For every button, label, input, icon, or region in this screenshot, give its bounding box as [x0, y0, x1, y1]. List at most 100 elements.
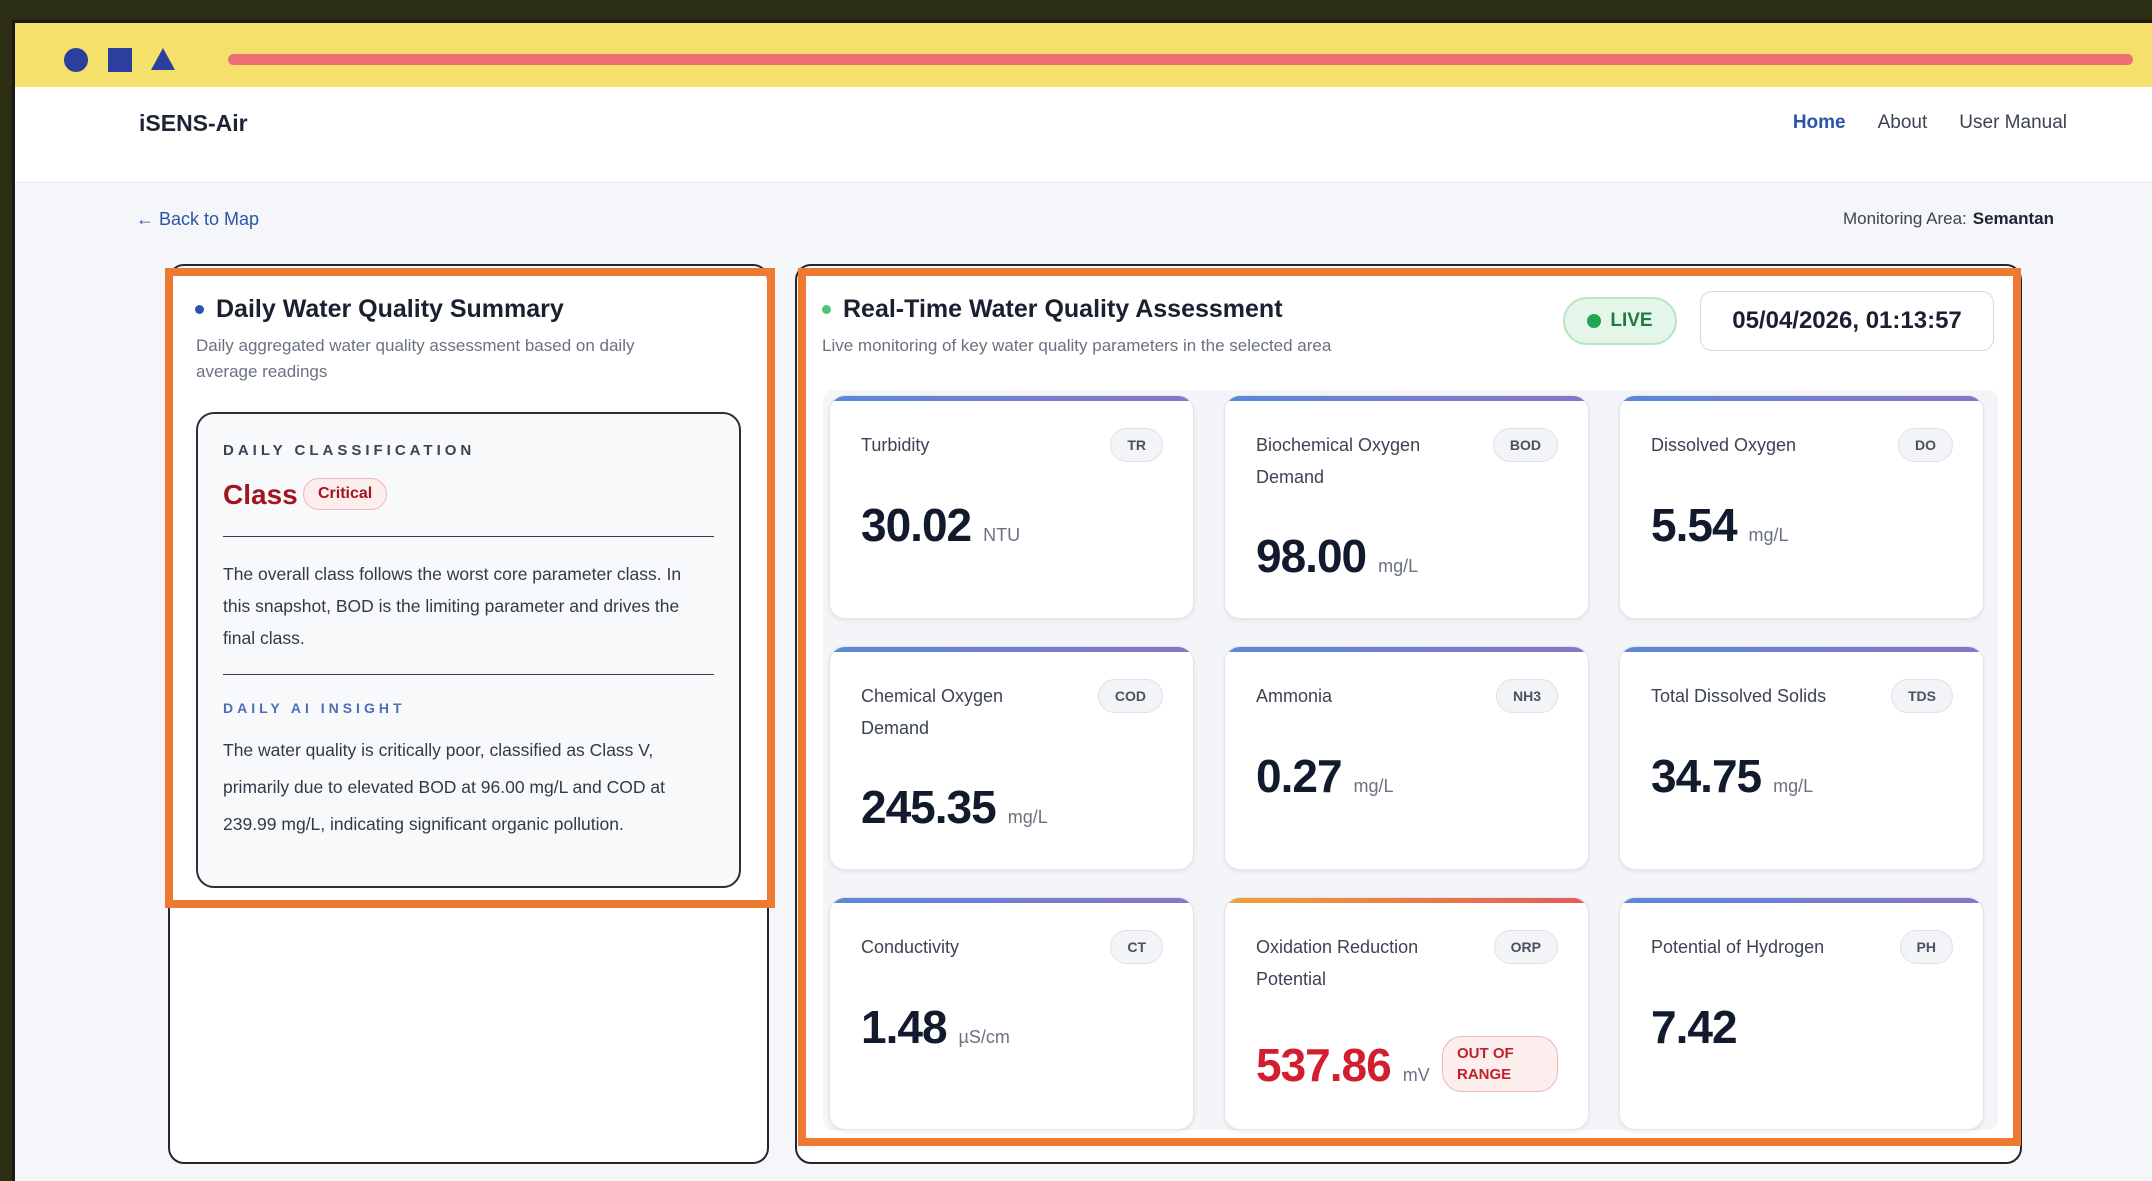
divider	[223, 674, 714, 675]
explanation-line: The overall class follows the worst core…	[223, 564, 682, 584]
ai-insight-text: The water quality is critically poor, cl…	[223, 732, 713, 843]
divider	[223, 536, 714, 537]
monitoring-area: Monitoring Area: Semantan	[1843, 209, 2054, 229]
parameter-reading: 245.35 mg/L	[861, 780, 1048, 834]
parameter-abbr-badge: TDS	[1891, 679, 1953, 713]
parameter-reading: 7.42	[1651, 1000, 1738, 1054]
parameter-unit: mg/L	[1748, 525, 1789, 545]
parameter-value: 1.48	[861, 1001, 948, 1053]
parameter-card-cod[interactable]: Chemical Oxygen Demand COD 245.35 mg/L	[829, 646, 1194, 870]
navbar: iSENS-Air Home About User Manual	[15, 87, 2152, 183]
parameter-card-bod[interactable]: Biochemical Oxygen Demand BOD 98.00 mg/L	[1224, 395, 1589, 619]
parameter-abbr-badge: NH3	[1495, 679, 1558, 713]
parameter-value: 34.75	[1651, 750, 1762, 802]
card-accent	[830, 396, 1193, 401]
nav-about[interactable]: About	[1878, 112, 1928, 134]
daily-summary-title: Daily Water Quality Summary	[195, 295, 564, 324]
parameter-value: 30.02	[861, 499, 972, 551]
triangle-icon	[151, 48, 175, 70]
circle-icon	[64, 48, 88, 72]
parameter-abbr-badge: CT	[1110, 930, 1163, 964]
card-accent	[830, 647, 1193, 652]
parameter-unit: mg/L	[1378, 556, 1419, 576]
card-accent-warning	[1225, 898, 1588, 903]
parameter-unit: mg/L	[1353, 776, 1394, 796]
bullet-icon	[822, 305, 831, 314]
parameter-value: 98.00	[1256, 530, 1367, 582]
card-accent	[1620, 396, 1983, 401]
ai-insight-label: DAILY AI INSIGHT	[223, 700, 406, 716]
daily-summary-subtitle: Daily aggregated water quality assessmen…	[196, 333, 716, 385]
daily-classification-card: DAILY CLASSIFICATION Class V Critical Th…	[196, 412, 741, 888]
subtitle-line: Daily aggregated water quality assessmen…	[196, 336, 635, 355]
parameter-value: 7.42	[1651, 1001, 1738, 1053]
parameter-abbr-badge: TR	[1110, 428, 1163, 462]
monitoring-area-label: Monitoring Area:	[1842, 209, 1967, 228]
parameter-card-ph[interactable]: Potential of Hydrogen PH 7.42	[1619, 897, 1984, 1130]
nav-home[interactable]: Home	[1793, 112, 1846, 134]
parameter-abbr-badge: BOD	[1492, 428, 1558, 462]
parameter-reading: 1.48 µS/cm	[861, 1000, 1010, 1054]
classification-label: DAILY CLASSIFICATION	[223, 442, 476, 459]
card-accent	[1620, 647, 1983, 652]
square-icon	[108, 48, 132, 72]
timestamp: 05/04/2026, 01:13:57	[1700, 291, 1994, 351]
card-accent	[1225, 647, 1588, 652]
card-accent	[830, 898, 1193, 903]
address-bar[interactable]	[228, 54, 2133, 65]
live-dot-icon	[1587, 314, 1602, 328]
parameter-name: Turbidity	[861, 435, 930, 455]
out-of-range-line: OUT OF	[1457, 1045, 1514, 1062]
explanation-line: this snapshot, BOD is the limiting param…	[223, 596, 680, 616]
card-accent	[1620, 898, 1983, 903]
explanation-line: final class.	[223, 628, 305, 648]
bullet-icon	[195, 305, 204, 314]
parameter-reading: 5.54 mg/L	[1651, 498, 1789, 552]
parameter-reading: 537.86 mV	[1256, 1038, 1430, 1092]
parameter-unit: mg/L	[1773, 776, 1814, 796]
parameter-card-tds[interactable]: Total Dissolved Solids TDS 34.75 mg/L	[1619, 646, 1984, 870]
parameter-reading: 30.02 NTU	[861, 498, 1020, 552]
parameter-value: 245.35	[861, 781, 997, 833]
parameter-unit: µS/cm	[958, 1027, 1010, 1047]
live-badge: LIVE	[1563, 297, 1677, 345]
classification-explanation: The overall class follows the worst core…	[223, 558, 713, 654]
parameter-card-turbidity[interactable]: Turbidity TR 30.02 NTU	[829, 395, 1194, 619]
realtime-title-text: Real-Time Water Quality Assessment	[843, 295, 1283, 323]
parameter-name: Dissolved Oxygen	[1651, 435, 1797, 455]
parameter-name: Potential of Hydrogen	[1651, 937, 1825, 957]
parameter-abbr-badge: PH	[1899, 930, 1953, 964]
parameter-card-conductivity[interactable]: Conductivity CT 1.48 µS/cm	[829, 897, 1194, 1130]
parameter-unit: NTU	[983, 525, 1021, 545]
insight-line: 239.99 mg/L, indicating significant orga…	[223, 814, 624, 834]
parameter-value: 5.54	[1651, 499, 1738, 551]
parameter-name: Biochemical Oxygen Demand	[1256, 435, 1421, 487]
daily-summary-title-text: Daily Water Quality Summary	[216, 295, 564, 323]
parameter-name: Conductivity	[861, 937, 960, 957]
realtime-title: Real-Time Water Quality Assessment	[822, 295, 1283, 324]
live-label: LIVE	[1610, 310, 1653, 331]
out-of-range-line: RANGE	[1457, 1066, 1512, 1083]
parameter-abbr-badge: DO	[1898, 428, 1953, 462]
parameter-card-ammonia[interactable]: Ammonia NH3 0.27 mg/L	[1224, 646, 1589, 870]
parameter-reading: 0.27 mg/L	[1256, 749, 1394, 803]
parameter-reading: 98.00 mg/L	[1256, 529, 1418, 583]
brand-logo[interactable]: iSENS-Air	[139, 110, 248, 137]
out-of-range-badge: OUT OF RANGE	[1442, 1036, 1558, 1092]
parameter-value: 0.27	[1256, 750, 1343, 802]
parameter-name: Ammonia	[1256, 686, 1333, 706]
severity-badge: Critical	[303, 478, 388, 510]
parameter-name: Total Dissolved Solids	[1651, 686, 1827, 706]
nav-user-manual[interactable]: User Manual	[1959, 112, 2067, 134]
card-accent	[1225, 396, 1588, 401]
browser-chrome	[15, 23, 2152, 90]
parameter-unit: mV	[1402, 1065, 1430, 1085]
parameter-value: 537.86	[1256, 1039, 1392, 1091]
parameter-card-orp[interactable]: Oxidation Reduction Potential ORP 537.86 …	[1224, 897, 1589, 1130]
parameter-reading: 34.75 mg/L	[1651, 749, 1813, 803]
parameter-card-do[interactable]: Dissolved Oxygen DO 5.54 mg/L	[1619, 395, 1984, 619]
parameter-unit: mg/L	[1007, 807, 1048, 827]
monitoring-area-value: Semantan	[1972, 209, 2054, 228]
subtitle-line: average readings	[196, 362, 328, 381]
back-to-map-link[interactable]: ← Back to Map	[136, 209, 259, 230]
